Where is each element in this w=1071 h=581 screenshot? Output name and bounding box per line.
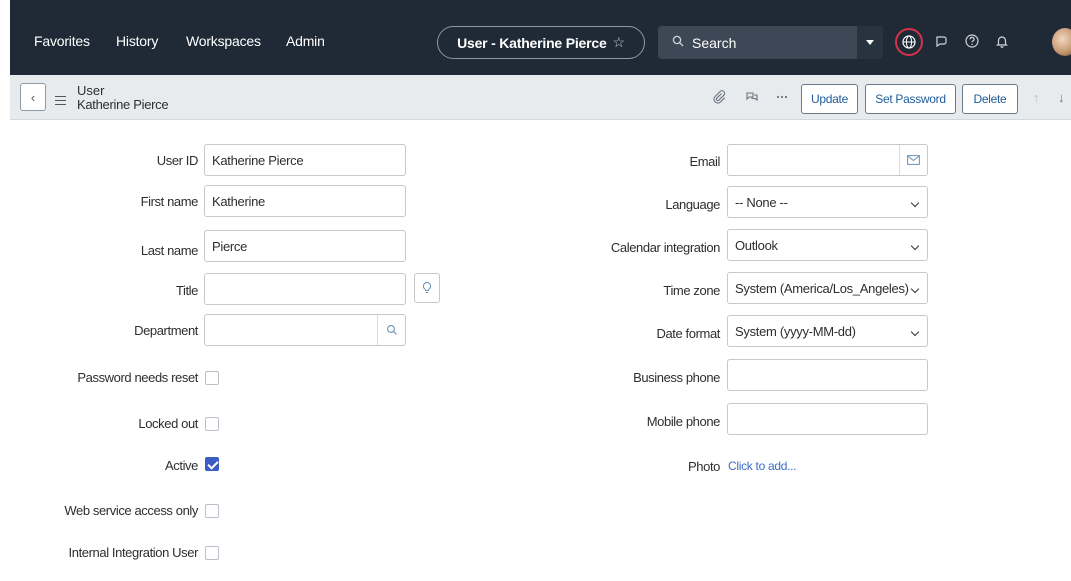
delete-button[interactable]: Delete — [962, 84, 1018, 114]
email-field[interactable] — [727, 144, 928, 176]
locked-out-label: Locked out — [138, 416, 198, 431]
user-id-label: User ID — [156, 153, 199, 168]
active-checkbox[interactable] — [205, 457, 219, 471]
user-id-field[interactable]: Katherine Pierce — [204, 144, 406, 176]
password-needs-reset-label: Password needs reset — [77, 370, 198, 385]
business-phone-field[interactable] — [727, 359, 928, 391]
update-button[interactable]: Update — [801, 84, 858, 114]
nav-favorites[interactable]: Favorites — [34, 33, 90, 49]
more-options-icon[interactable] — [774, 89, 790, 105]
envelope-icon — [907, 155, 920, 165]
language-select[interactable]: -- None -- — [727, 186, 928, 218]
language-label: Language — [665, 197, 720, 212]
nav-admin[interactable]: Admin — [286, 33, 325, 49]
business-phone-label: Business phone — [633, 370, 720, 385]
web-service-access-only-checkbox[interactable] — [205, 504, 219, 518]
arrow-down-icon[interactable]: ↓ — [1058, 90, 1065, 105]
set-password-button[interactable]: Set Password — [865, 84, 956, 114]
mobile-phone-label: Mobile phone — [646, 414, 721, 429]
globe-icon[interactable] — [895, 28, 923, 56]
back-button[interactable]: ‹ — [20, 83, 46, 111]
send-email-button[interactable] — [899, 145, 927, 175]
mobile-phone-field[interactable] — [727, 403, 928, 435]
title-label: Title — [175, 283, 198, 298]
suggestion-lightbulb-button[interactable] — [414, 273, 440, 303]
avatar[interactable] — [1052, 28, 1071, 56]
search-icon — [386, 325, 397, 335]
record-title-text: User - Katherine Pierce — [457, 34, 607, 51]
first-name-label: First name — [140, 194, 199, 209]
arrow-up-icon[interactable]: ↑ — [1033, 90, 1040, 105]
password-needs-reset-checkbox[interactable] — [205, 371, 219, 385]
search-icon — [672, 35, 684, 50]
global-search[interactable]: Search — [658, 26, 883, 59]
locked-out-checkbox[interactable] — [205, 417, 219, 431]
activity-stream-icon[interactable] — [744, 89, 760, 105]
chevron-left-icon: ‹ — [30, 89, 36, 105]
last-name-label: Last name — [140, 243, 199, 258]
search-scope-dropdown[interactable] — [857, 26, 883, 59]
email-label: Email — [689, 154, 720, 169]
internal-integration-user-label: Internal Integration User — [68, 545, 199, 560]
time-zone-select[interactable]: System (America/Los_Angeles) — [727, 272, 928, 304]
internal-integration-user-checkbox[interactable] — [205, 546, 219, 560]
calendar-integration-select[interactable]: Outlook — [727, 229, 928, 261]
photo-add-link[interactable]: Click to add... — [728, 459, 797, 473]
search-input[interactable]: Search — [692, 35, 736, 51]
help-icon[interactable] — [964, 33, 980, 49]
time-zone-label: Time zone — [663, 283, 720, 298]
department-field[interactable] — [204, 314, 406, 346]
record-table-label: User — [77, 83, 105, 98]
chat-icon[interactable] — [934, 33, 950, 49]
nav-history[interactable]: History — [116, 33, 158, 49]
active-label: Active — [164, 458, 198, 473]
first-name-field[interactable]: Katherine — [204, 185, 406, 217]
calendar-integration-label: Calendar integration — [610, 240, 720, 255]
date-format-select[interactable]: System (yyyy-MM-dd) — [727, 315, 928, 347]
nav-workspaces[interactable]: Workspaces — [186, 33, 261, 49]
paperclip-icon[interactable] — [711, 89, 727, 105]
title-field[interactable] — [204, 273, 406, 305]
record-display-name: Katherine Pierce — [77, 97, 169, 112]
department-label: Department — [134, 323, 198, 338]
last-name-field[interactable]: Pierce — [204, 230, 406, 262]
web-service-access-only-label: Web service access only — [64, 503, 198, 518]
bell-icon[interactable] — [994, 33, 1010, 49]
photo-label: Photo — [688, 459, 720, 474]
department-lookup-button[interactable] — [377, 315, 405, 345]
star-icon[interactable]: ☆ — [613, 34, 626, 51]
record-title-pill[interactable]: User - Katherine Pierce ☆ — [437, 26, 645, 59]
date-format-label: Date format — [656, 326, 720, 341]
context-menu-icon[interactable] — [55, 96, 66, 108]
lightbulb-icon — [422, 281, 432, 293]
